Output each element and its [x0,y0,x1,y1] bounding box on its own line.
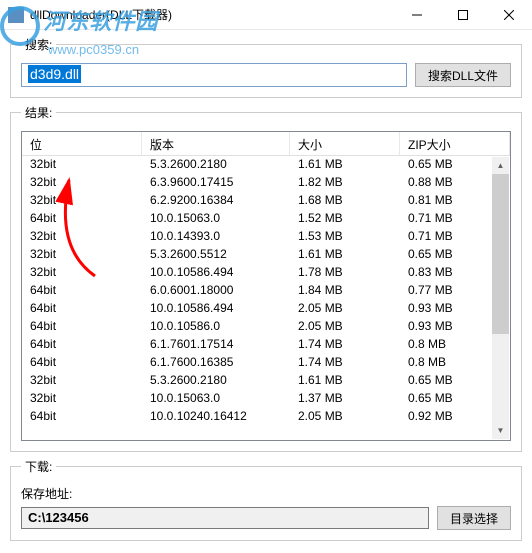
cell-bit: 32bit [22,372,142,390]
results-table: 位 版本 大小 ZIP大小 32bit5.3.2600.21801.61 MB0… [21,131,511,441]
cell-size: 1.37 MB [290,390,400,408]
cell-bit: 64bit [22,336,142,354]
cell-bit: 32bit [22,246,142,264]
results-legend: 结果: [21,104,56,121]
results-fieldset: 结果: 位 版本 大小 ZIP大小 32bit5.3.2600.21801.61… [10,104,522,452]
table-row[interactable]: 64bit10.0.10586.02.05 MB0.93 MB [22,318,510,336]
save-path-input[interactable]: C:\123456 [21,507,429,529]
cell-size: 1.74 MB [290,336,400,354]
cell-version: 10.0.10240.16412 [142,408,290,426]
download-legend: 下载: [21,458,56,475]
cell-version: 10.0.10586.494 [142,264,290,282]
cell-version: 10.0.15063.0 [142,210,290,228]
cell-version: 6.1.7601.17514 [142,336,290,354]
table-row[interactable]: 32bit10.0.15063.01.37 MB0.65 MB [22,390,510,408]
cell-version: 6.1.7600.16385 [142,354,290,372]
table-row[interactable]: 64bit10.0.10586.4942.05 MB0.93 MB [22,300,510,318]
search-input[interactable]: d3d9.dll [21,63,407,87]
cell-bit: 32bit [22,264,142,282]
scroll-up-icon[interactable]: ▲ [492,157,509,174]
cell-size: 2.05 MB [290,408,400,426]
cell-bit: 64bit [22,210,142,228]
cell-bit: 64bit [22,300,142,318]
scrollbar[interactable]: ▲ ▼ [492,157,509,439]
cell-bit: 64bit [22,354,142,372]
cell-version: 10.0.15063.0 [142,390,290,408]
cell-size: 1.52 MB [290,210,400,228]
table-body: 32bit5.3.2600.21801.61 MB0.65 MB32bit6.3… [22,156,510,440]
close-button[interactable] [486,0,532,30]
search-fieldset: 搜索: d3d9.dll 搜索DLL文件 [10,36,522,98]
cell-size: 1.61 MB [290,246,400,264]
download-fieldset: 下载: 保存地址: C:\123456 目录选择 [10,458,522,541]
cell-size: 1.61 MB [290,156,400,174]
header-size[interactable]: 大小 [290,132,400,155]
table-row[interactable]: 32bit5.3.2600.55121.61 MB0.65 MB [22,246,510,264]
cell-size: 1.82 MB [290,174,400,192]
table-header: 位 版本 大小 ZIP大小 [22,132,510,156]
titlebar: dllDownloader(DLL下载器) [0,0,532,30]
cell-size: 1.68 MB [290,192,400,210]
table-row[interactable]: 64bit6.0.6001.180001.84 MB0.77 MB [22,282,510,300]
cell-version: 5.3.2600.5512 [142,246,290,264]
scroll-thumb[interactable] [492,174,509,334]
cell-size: 2.05 MB [290,300,400,318]
cell-size: 1.78 MB [290,264,400,282]
save-path-label: 保存地址: [21,485,511,502]
table-row[interactable]: 64bit10.0.15063.01.52 MB0.71 MB [22,210,510,228]
cell-version: 5.3.2600.2180 [142,156,290,174]
header-bit[interactable]: 位 [22,132,142,155]
cell-bit: 32bit [22,390,142,408]
cell-version: 5.3.2600.2180 [142,372,290,390]
table-row[interactable]: 32bit10.0.10586.4941.78 MB0.83 MB [22,264,510,282]
search-legend: 搜索: [21,36,56,53]
browse-button[interactable]: 目录选择 [437,506,511,530]
table-row[interactable]: 64bit6.1.7600.163851.74 MB0.8 MB [22,354,510,372]
search-button[interactable]: 搜索DLL文件 [415,63,511,87]
window-controls [394,0,532,30]
header-version[interactable]: 版本 [142,132,290,155]
table-row[interactable]: 64bit10.0.10240.164122.05 MB0.92 MB [22,408,510,426]
cell-size: 1.53 MB [290,228,400,246]
cell-version: 6.0.6001.18000 [142,282,290,300]
cell-bit: 32bit [22,228,142,246]
cell-bit: 32bit [22,174,142,192]
cell-version: 10.0.10586.494 [142,300,290,318]
cell-bit: 32bit [22,156,142,174]
cell-bit: 64bit [22,408,142,426]
cell-version: 6.3.9600.17415 [142,174,290,192]
cell-version: 10.0.14393.0 [142,228,290,246]
table-row[interactable]: 32bit5.3.2600.21801.61 MB0.65 MB [22,156,510,174]
header-zip[interactable]: ZIP大小 [400,132,510,155]
cell-bit: 32bit [22,192,142,210]
table-row[interactable]: 32bit5.3.2600.21801.61 MB0.65 MB [22,372,510,390]
cell-bit: 64bit [22,282,142,300]
table-row[interactable]: 64bit6.1.7601.175141.74 MB0.8 MB [22,336,510,354]
cell-bit: 64bit [22,318,142,336]
cell-size: 1.84 MB [290,282,400,300]
cell-size: 1.61 MB [290,372,400,390]
cell-version: 6.2.9200.16384 [142,192,290,210]
table-row[interactable]: 32bit10.0.14393.01.53 MB0.71 MB [22,228,510,246]
cell-size: 1.74 MB [290,354,400,372]
table-row[interactable]: 32bit6.2.9200.163841.68 MB0.81 MB [22,192,510,210]
cell-version: 10.0.10586.0 [142,318,290,336]
minimize-button[interactable] [394,0,440,30]
app-icon [8,7,24,23]
table-row[interactable]: 32bit6.3.9600.174151.82 MB0.88 MB [22,174,510,192]
window-title: dllDownloader(DLL下载器) [30,6,394,23]
cell-size: 2.05 MB [290,318,400,336]
maximize-button[interactable] [440,0,486,30]
scroll-down-icon[interactable]: ▼ [492,422,509,439]
